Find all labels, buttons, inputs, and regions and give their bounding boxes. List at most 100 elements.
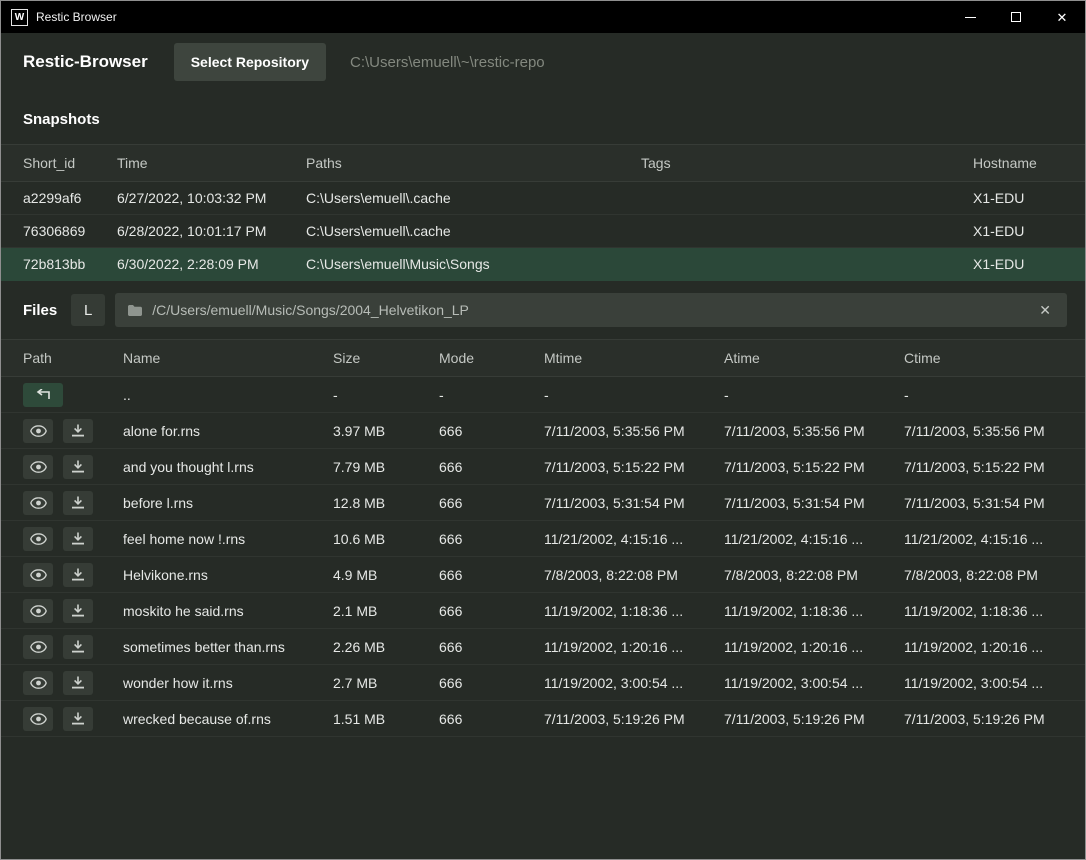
file-row[interactable]: and you thought l.rns 7.79 MB 666 7/11/2…: [1, 449, 1085, 485]
restore-file-button[interactable]: [63, 635, 93, 659]
restore-file-button[interactable]: [63, 491, 93, 515]
snapshots-col-tags[interactable]: Tags: [641, 155, 973, 171]
restore-file-button[interactable]: [63, 455, 93, 479]
go-to-parent-button[interactable]: [23, 383, 63, 407]
file-row[interactable]: wrecked because of.rns 1.51 MB 666 7/11/…: [1, 701, 1085, 737]
files-col-size[interactable]: Size: [333, 350, 439, 366]
maximize-button[interactable]: [993, 1, 1039, 33]
parent-dir-row[interactable]: .. - - - - -: [1, 377, 1085, 413]
file-ctime: -: [904, 387, 1063, 403]
preview-file-button[interactable]: [23, 635, 53, 659]
preview-file-button[interactable]: [23, 527, 53, 551]
snapshot-hostname: X1-EDU: [973, 256, 1063, 272]
file-row[interactable]: Helvikone.rns 4.9 MB 666 7/8/2003, 8:22:…: [1, 557, 1085, 593]
files-toolbar: Files L /C/Users/emuell/Music/Songs/2004…: [1, 281, 1085, 339]
files-col-atime[interactable]: Atime: [724, 350, 904, 366]
snapshot-row[interactable]: 76306869 6/28/2022, 10:01:17 PM C:\Users…: [1, 215, 1085, 248]
file-name: Helvikone.rns: [123, 567, 333, 583]
preview-file-button[interactable]: [23, 455, 53, 479]
restore-file-button[interactable]: [63, 671, 93, 695]
clear-icon: ✕: [1039, 302, 1051, 318]
snapshot-hostname: X1-EDU: [973, 190, 1063, 206]
restore-file-button[interactable]: [63, 599, 93, 623]
file-mtime: 7/8/2003, 8:22:08 PM: [544, 567, 724, 583]
file-mode: -: [439, 387, 544, 403]
snapshots-col-paths[interactable]: Paths: [306, 155, 641, 171]
snapshot-hostname: X1-EDU: [973, 223, 1063, 239]
file-row[interactable]: feel home now !.rns 10.6 MB 666 11/21/20…: [1, 521, 1085, 557]
drive-select-button[interactable]: L: [71, 294, 105, 326]
files-col-mode[interactable]: Mode: [439, 350, 544, 366]
preview-file-button[interactable]: [23, 707, 53, 731]
select-repository-button[interactable]: Select Repository: [174, 43, 326, 81]
file-mtime: 11/19/2002, 3:00:54 ...: [544, 675, 724, 691]
file-mtime: 7/11/2003, 5:15:22 PM: [544, 459, 724, 475]
files-table-body: alone for.rns 3.97 MB 666 7/11/2003, 5:3…: [1, 413, 1085, 737]
download-icon: [71, 532, 85, 545]
file-mtime: 11/19/2002, 1:20:16 ...: [544, 639, 724, 655]
file-mode: 666: [439, 639, 544, 655]
file-row[interactable]: before l.rns 12.8 MB 666 7/11/2003, 5:31…: [1, 485, 1085, 521]
file-size: 1.51 MB: [333, 711, 439, 727]
file-mtime: 7/11/2003, 5:35:56 PM: [544, 423, 724, 439]
file-row[interactable]: sometimes better than.rns 2.26 MB 666 11…: [1, 629, 1085, 665]
files-col-mtime[interactable]: Mtime: [544, 350, 724, 366]
file-size: 4.9 MB: [333, 567, 439, 583]
files-col-name[interactable]: Name: [123, 350, 333, 366]
snapshots-col-hostname[interactable]: Hostname: [973, 155, 1063, 171]
app-logo-letter: W: [15, 12, 24, 23]
preview-file-button[interactable]: [23, 491, 53, 515]
file-name: alone for.rns: [123, 423, 333, 439]
eye-icon: [30, 713, 47, 725]
file-row[interactable]: alone for.rns 3.97 MB 666 7/11/2003, 5:3…: [1, 413, 1085, 449]
file-ctime: 7/11/2003, 5:15:22 PM: [904, 459, 1063, 475]
snapshots-col-time[interactable]: Time: [117, 155, 306, 171]
restore-file-button[interactable]: [63, 419, 93, 443]
preview-file-button[interactable]: [23, 671, 53, 695]
file-ctime: 7/8/2003, 8:22:08 PM: [904, 567, 1063, 583]
close-button[interactable]: ✕: [1039, 1, 1085, 33]
snapshot-row[interactable]: 72b813bb 6/30/2022, 2:28:09 PM C:\Users\…: [1, 248, 1085, 281]
snapshot-time: 6/30/2022, 2:28:09 PM: [117, 256, 306, 272]
snapshot-paths: C:\Users\emuell\.cache: [306, 223, 641, 239]
download-icon: [71, 676, 85, 689]
file-row[interactable]: wonder how it.rns 2.7 MB 666 11/19/2002,…: [1, 665, 1085, 701]
download-icon: [71, 604, 85, 617]
snapshot-time: 6/28/2022, 10:01:17 PM: [117, 223, 306, 239]
file-ctime: 11/19/2002, 3:00:54 ...: [904, 675, 1063, 691]
app-header: Restic-Browser Select Repository C:\User…: [1, 33, 1085, 91]
minimize-button[interactable]: [947, 1, 993, 33]
snapshot-paths: C:\Users\emuell\Music\Songs: [306, 256, 641, 272]
preview-file-button[interactable]: [23, 419, 53, 443]
preview-file-button[interactable]: [23, 563, 53, 587]
snapshots-col-short-id[interactable]: Short_id: [23, 155, 117, 171]
app-logo-icon: W: [11, 9, 28, 26]
eye-icon: [30, 497, 47, 509]
preview-file-button[interactable]: [23, 599, 53, 623]
repository-path: C:\Users\emuell\~\restic-repo: [350, 54, 545, 71]
files-col-path[interactable]: Path: [23, 350, 123, 366]
download-icon: [71, 496, 85, 509]
file-name: moskito he said.rns: [123, 603, 333, 619]
snapshot-row[interactable]: a2299af6 6/27/2022, 10:03:32 PM C:\Users…: [1, 182, 1085, 215]
file-ctime: 11/21/2002, 4:15:16 ...: [904, 531, 1063, 547]
file-mode: 666: [439, 531, 544, 547]
snapshot-short-id: a2299af6: [23, 190, 117, 206]
restore-file-button[interactable]: [63, 527, 93, 551]
clear-path-button[interactable]: ✕: [1033, 300, 1057, 321]
file-mode: 666: [439, 675, 544, 691]
download-icon: [71, 424, 85, 437]
files-col-ctime[interactable]: Ctime: [904, 350, 1063, 366]
restore-file-button[interactable]: [63, 707, 93, 731]
titlebar: W Restic Browser ✕: [1, 1, 1085, 33]
file-atime: 7/11/2003, 5:31:54 PM: [724, 495, 904, 511]
files-section-title: Files: [23, 302, 57, 319]
file-ctime: 7/11/2003, 5:31:54 PM: [904, 495, 1063, 511]
snapshots-section-title: Snapshots: [1, 91, 1085, 144]
file-row[interactable]: moskito he said.rns 2.1 MB 666 11/19/200…: [1, 593, 1085, 629]
folder-icon: [127, 304, 143, 317]
restore-file-button[interactable]: [63, 563, 93, 587]
file-mtime: 7/11/2003, 5:19:26 PM: [544, 711, 724, 727]
path-bar[interactable]: /C/Users/emuell/Music/Songs/2004_Helveti…: [115, 293, 1067, 327]
file-ctime: 11/19/2002, 1:20:16 ...: [904, 639, 1063, 655]
